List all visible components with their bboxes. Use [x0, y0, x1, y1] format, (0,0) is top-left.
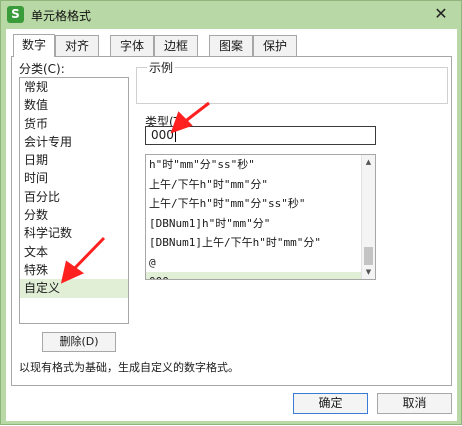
cancel-button[interactable]: 取消 — [377, 393, 452, 414]
dialog-title: 单元格格式 — [31, 9, 92, 23]
scroll-up-icon[interactable]: ▲ — [362, 155, 375, 169]
number-tab-panel: 分类(C): 常规 数值 货币 会计专用 日期 时间 百分比 分数 科学记数 文… — [11, 56, 452, 386]
format-description: 以现有格式为基础，生成自定义的数字格式。 — [19, 361, 239, 374]
sample-label: 示例 — [147, 59, 176, 76]
type-input[interactable]: 000 — [145, 126, 376, 145]
category-list[interactable]: 常规 数值 货币 会计专用 日期 时间 百分比 分数 科学记数 文本 特殊 自定… — [19, 77, 129, 324]
category-item[interactable]: 货币 — [20, 115, 128, 133]
format-list-scrollbar[interactable]: ▲ ▼ — [361, 155, 375, 279]
sample-group: 示例 — [136, 59, 448, 104]
category-item[interactable]: 百分比 — [20, 188, 128, 206]
dialog-window: S 单元格格式 ✕ 数字 对齐 字体 边框 图案 保护 分类(C): 常规 数值… — [0, 0, 462, 425]
text-caret — [174, 129, 176, 142]
category-item[interactable]: 日期 — [20, 151, 128, 169]
tab-pattern[interactable]: 图案 — [209, 35, 253, 56]
format-item[interactable]: [DBNum1]上午/下午h"时"mm"分" — [146, 233, 361, 253]
format-list[interactable]: h"时"mm"分"ss"秒" 上午/下午h"时"mm"分" 上午/下午h"时"m… — [145, 154, 376, 280]
type-input-value: 000 — [151, 128, 174, 142]
ok-button[interactable]: 确定 — [293, 393, 368, 414]
dialog-body: 数字 对齐 字体 边框 图案 保护 分类(C): 常规 数值 货币 会计专用 日… — [6, 29, 457, 421]
scroll-thumb[interactable] — [364, 247, 373, 265]
category-label: 分类(C): — [19, 62, 65, 76]
delete-button[interactable]: 删除(D) — [42, 332, 116, 352]
tab-font[interactable]: 字体 — [110, 35, 154, 56]
tab-number[interactable]: 数字 — [13, 34, 55, 57]
category-item[interactable]: 数值 — [20, 96, 128, 114]
scroll-down-icon[interactable]: ▼ — [362, 265, 375, 279]
format-item[interactable]: 上午/下午h"时"mm"分"ss"秒" — [146, 194, 361, 214]
format-item-selected[interactable]: 000 — [146, 272, 361, 279]
tab-border[interactable]: 边框 — [154, 35, 198, 56]
category-item[interactable]: 时间 — [20, 169, 128, 187]
format-item[interactable]: h"时"mm"分"ss"秒" — [146, 155, 361, 175]
format-item[interactable]: [DBNum1]h"时"mm"分" — [146, 214, 361, 234]
tab-alignment[interactable]: 对齐 — [55, 35, 99, 56]
category-item[interactable]: 特殊 — [20, 261, 128, 279]
category-item[interactable]: 分数 — [20, 206, 128, 224]
category-item[interactable]: 会计专用 — [20, 133, 128, 151]
category-item[interactable]: 文本 — [20, 243, 128, 261]
format-item[interactable]: 上午/下午h"时"mm"分" — [146, 175, 361, 195]
category-item[interactable]: 科学记数 — [20, 224, 128, 242]
category-item[interactable]: 常规 — [20, 78, 128, 96]
wps-spreadsheet-icon: S — [7, 6, 24, 23]
close-icon[interactable]: ✕ — [431, 4, 451, 24]
format-item[interactable]: @ — [146, 253, 361, 273]
title-bar[interactable]: S 单元格格式 ✕ — [1, 1, 461, 29]
category-item-custom[interactable]: 自定义 — [20, 279, 128, 298]
tab-protection[interactable]: 保护 — [253, 35, 297, 56]
